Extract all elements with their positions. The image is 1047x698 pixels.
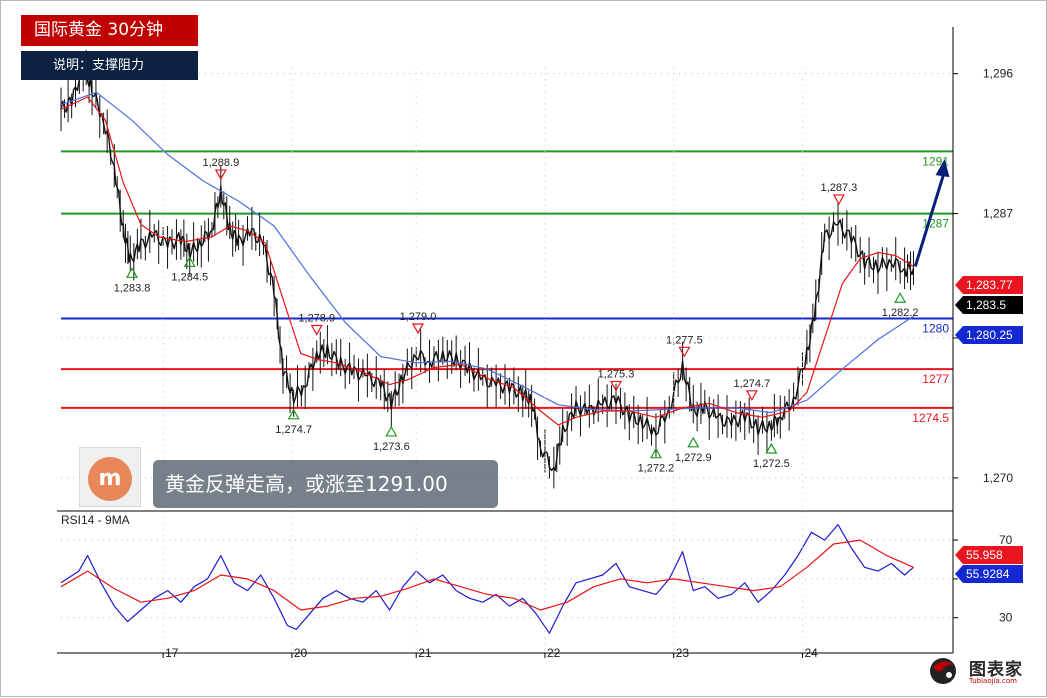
high-label: 1,275.3 bbox=[598, 368, 635, 380]
low-marker bbox=[687, 436, 700, 448]
low-label: 1,272.5 bbox=[753, 458, 790, 470]
high-marker bbox=[832, 194, 845, 206]
low-label: 1,273.6 bbox=[373, 441, 410, 453]
price-axis: 1,2961,2871,2791,270 bbox=[953, 67, 1013, 485]
watermark-sub: Tubiaojia.com bbox=[969, 677, 1017, 685]
high-label: 1,277.5 bbox=[666, 334, 703, 346]
low-label: 1,274.7 bbox=[275, 424, 312, 436]
high-marker bbox=[745, 390, 758, 402]
low-marker bbox=[385, 425, 398, 437]
high-label: 1,287.3 bbox=[821, 182, 858, 194]
rsi-grid bbox=[61, 539, 953, 619]
rsi-tag-label: 55.9284 bbox=[966, 567, 1010, 581]
price-line bbox=[60, 64, 915, 472]
high-label: 1,288.9 bbox=[202, 157, 239, 169]
level-label: 1280 bbox=[922, 322, 949, 336]
x-axis: 17 20 21 22 23 24 bbox=[162, 67, 818, 660]
rsi-tag-label: 55.958 bbox=[966, 548, 1003, 562]
watermark: 图表家 Tubiaojia.com bbox=[925, 653, 1043, 693]
price-tags: 1,283.77 1,283.5 1,280.25 bbox=[955, 276, 1023, 344]
high-marker bbox=[678, 346, 691, 358]
brand-logo-glyph: m bbox=[98, 466, 122, 491]
brand-logo-box: m bbox=[79, 447, 141, 507]
high-label: 1,274.7 bbox=[734, 378, 771, 390]
price-tag-label: 1,283.5 bbox=[966, 298, 1006, 312]
price-tick-label: 1,270 bbox=[983, 471, 1013, 485]
chart-canvas: 12911287128012771274.5 1,283.81,284.51,2… bbox=[57, 27, 1023, 660]
low-label: 1,282.2 bbox=[882, 307, 919, 319]
high-label: 1,278.9 bbox=[298, 313, 335, 325]
high-marker bbox=[411, 323, 424, 335]
low-marker bbox=[765, 442, 778, 454]
watermark-logo-icon bbox=[930, 658, 956, 684]
chart-subtitle: 说明：支撑阻力 bbox=[21, 51, 198, 80]
rsi-title: RSI14 - 9MA bbox=[61, 513, 130, 527]
rsi-tags: 55.958 55.9284 bbox=[955, 546, 1023, 583]
rsi-tick-label: 30 bbox=[999, 611, 1013, 625]
level-label: 1277 bbox=[922, 372, 949, 386]
forecast-callout: 黄金反弹走高，或涨至1291.00 bbox=[153, 460, 498, 508]
high-label: 1,279.0 bbox=[400, 311, 437, 323]
price-series bbox=[60, 49, 950, 489]
brand-logo-icon: m bbox=[88, 457, 132, 501]
level-label: 1274.5 bbox=[912, 411, 949, 425]
low-label: 1,272.9 bbox=[675, 452, 712, 464]
low-label: 1,272.2 bbox=[638, 463, 675, 475]
chart-frame: 1291 1287 1280 1277 1274.5 1,283.8 1,284.5 1,2… bbox=[0, 0, 1047, 697]
rsi-tick-label: 70 bbox=[999, 533, 1013, 547]
low-marker bbox=[126, 267, 139, 278]
price-tag-label: 1,283.77 bbox=[966, 278, 1013, 292]
price-tag-label: 1,280.25 bbox=[966, 328, 1013, 342]
low-label: 1,283.8 bbox=[114, 282, 151, 294]
price-annotations: 1,283.8 1,284.5 1,288.9 1,274.7 1,278.9 1,273… bbox=[114, 157, 919, 475]
price-tick-label: 1,296 bbox=[983, 67, 1013, 81]
price-tick-label: 1,287 bbox=[983, 207, 1013, 221]
chart-title: 国际黄金 30分钟 bbox=[21, 15, 198, 46]
low-label: 1,284.5 bbox=[171, 271, 208, 283]
low-marker bbox=[894, 291, 907, 303]
